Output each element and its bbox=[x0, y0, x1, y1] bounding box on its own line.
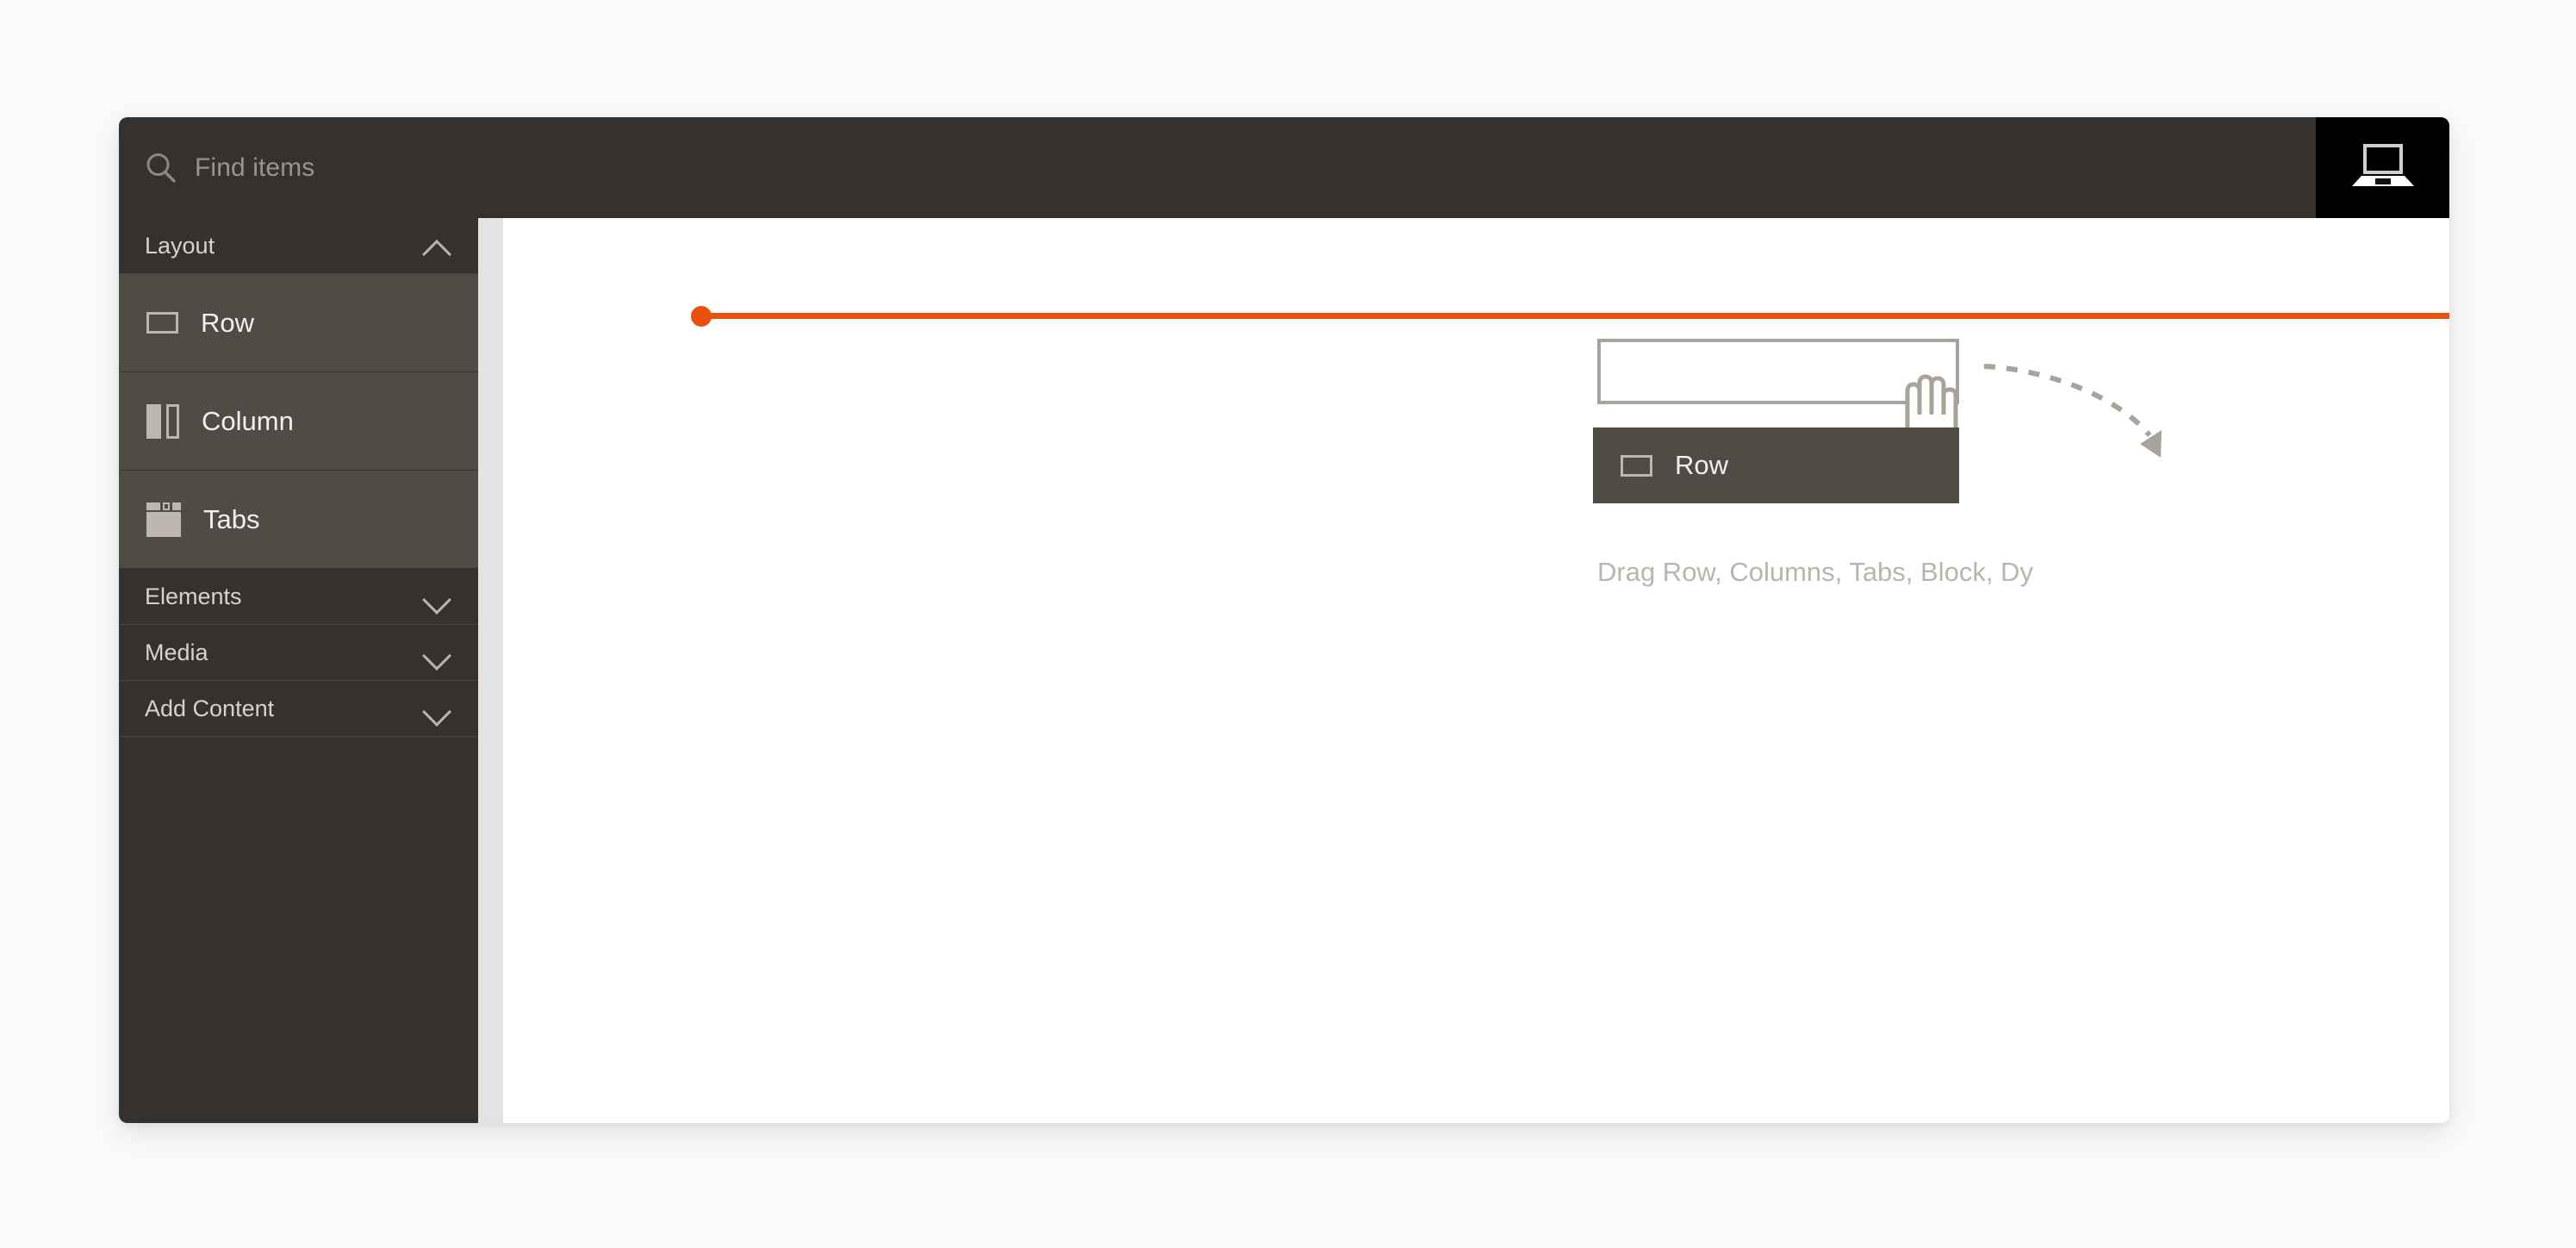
drop-hint-text: Drag Row, Columns, Tabs, Block, Dy bbox=[1597, 557, 2033, 587]
curved-dashed-arrow-icon bbox=[1981, 358, 2187, 474]
column-icon bbox=[146, 403, 179, 439]
tabs-icon bbox=[146, 502, 181, 537]
toolbar: Find items bbox=[119, 117, 2449, 218]
search-input[interactable]: Find items bbox=[119, 117, 476, 218]
search-placeholder: Find items bbox=[195, 153, 315, 182]
sidebar-section-add-content-label: Add Content bbox=[145, 695, 275, 721]
palette-item-tabs-label: Tabs bbox=[203, 503, 260, 534]
sidebar-section-elements[interactable]: Elements bbox=[119, 569, 478, 625]
drop-position-dot bbox=[691, 306, 712, 327]
palette-item-row[interactable]: Row bbox=[119, 274, 478, 372]
desktop-laptop-icon bbox=[2350, 140, 2416, 195]
editor-canvas[interactable]: Drag Row, Columns, Tabs, Block, Dy Row bbox=[503, 218, 2449, 1123]
sidebar-section-add-content[interactable]: Add Content bbox=[119, 681, 478, 737]
sidebar-section-media[interactable]: Media bbox=[119, 625, 478, 681]
device-toggle-button[interactable] bbox=[2316, 117, 2449, 218]
palette-item-tabs[interactable]: Tabs bbox=[119, 471, 478, 569]
palette-item-row-label: Row bbox=[201, 307, 255, 338]
search-icon bbox=[145, 152, 177, 184]
sidebar-section-layout-label: Layout bbox=[145, 232, 215, 259]
sidebar-section-layout[interactable]: Layout bbox=[119, 218, 478, 274]
palette-item-column-label: Column bbox=[202, 405, 294, 436]
palette-item-column[interactable]: Column bbox=[119, 372, 478, 471]
component-palette-sidebar: Layout Row Column Tabs Elements Media Ad… bbox=[119, 218, 478, 1123]
drag-ghost-label: Row bbox=[1675, 450, 1729, 480]
page-builder-window: Find items Layout Row Column Tabs Elemen… bbox=[119, 117, 2449, 1123]
sidebar-section-elements-label: Elements bbox=[145, 583, 242, 609]
chevron-down-icon bbox=[423, 644, 452, 661]
row-icon bbox=[146, 312, 178, 334]
sidebar-section-media-label: Media bbox=[145, 639, 208, 665]
chevron-down-icon bbox=[423, 588, 452, 605]
chevron-up-icon bbox=[423, 237, 452, 254]
drop-position-line bbox=[691, 306, 2449, 327]
drop-target-outline bbox=[1597, 339, 1959, 404]
canvas-gutter bbox=[478, 218, 503, 1123]
row-icon bbox=[1621, 454, 1652, 477]
drag-ghost-row[interactable]: Row bbox=[1593, 427, 1959, 503]
chevron-down-icon bbox=[423, 700, 452, 717]
